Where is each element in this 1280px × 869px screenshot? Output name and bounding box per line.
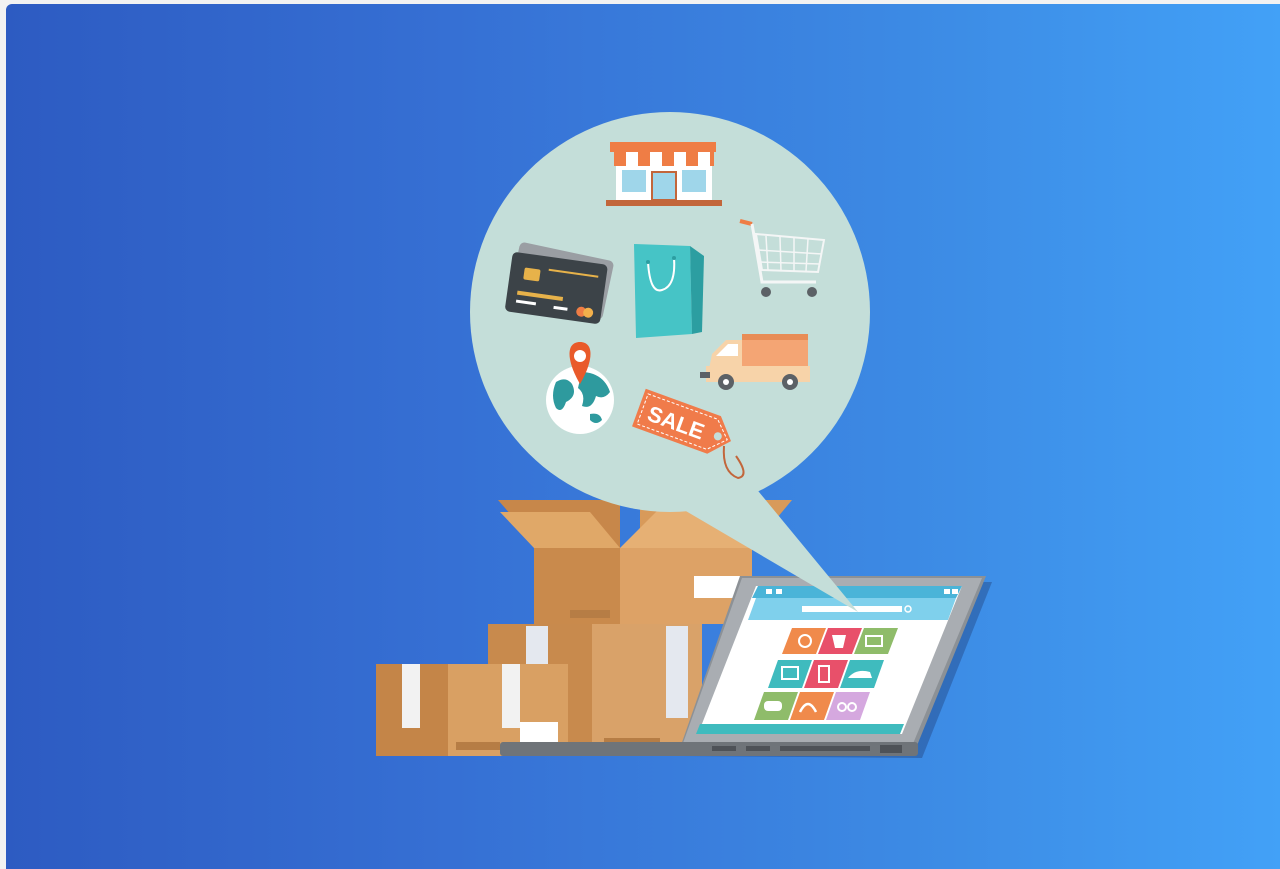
storefront-icon bbox=[606, 142, 722, 206]
ecommerce-illustration: SALE bbox=[376, 112, 992, 758]
shopping-bag-icon bbox=[634, 244, 704, 338]
hero-banner: SALE bbox=[6, 4, 1280, 869]
